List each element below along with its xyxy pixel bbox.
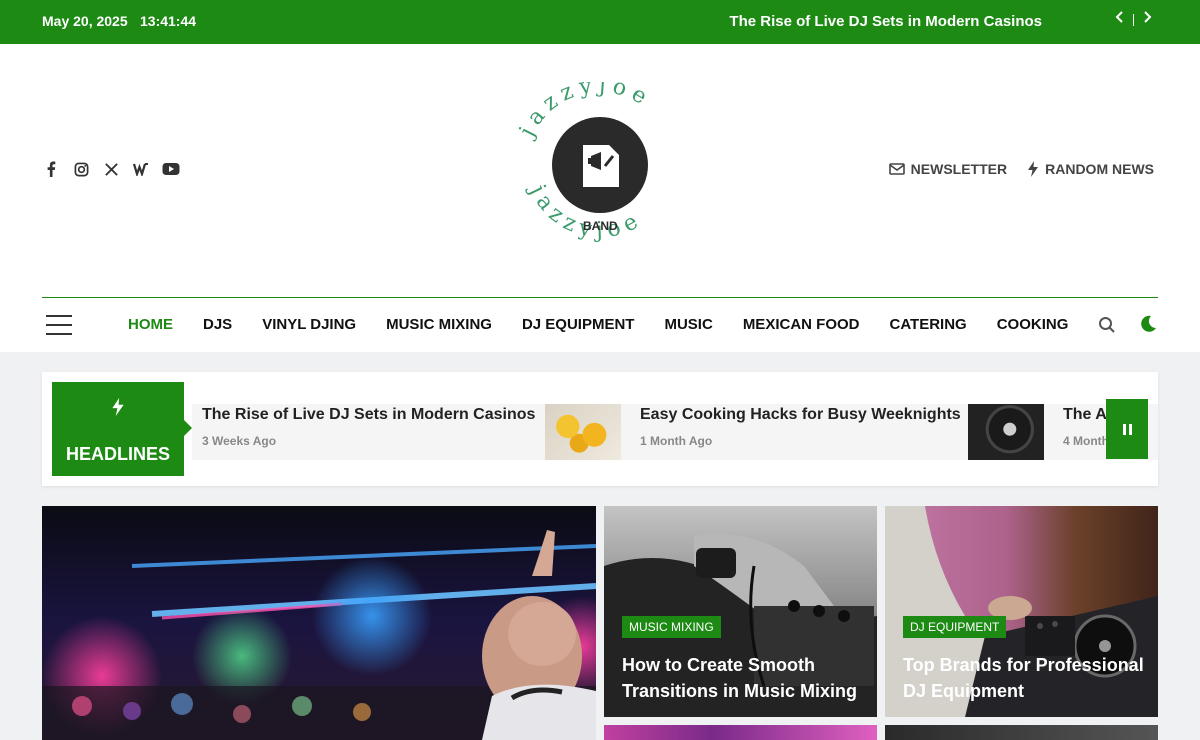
- pause-button[interactable]: [1106, 399, 1148, 459]
- category-badge[interactable]: DJ EQUIPMENT: [903, 616, 1007, 638]
- youtube-icon[interactable]: [162, 160, 180, 178]
- envelope-icon: [888, 163, 905, 175]
- nav-item-vinyl-djing[interactable]: VINYL DJING: [262, 316, 356, 333]
- search-icon[interactable]: [1098, 316, 1116, 334]
- ticker-divider: [1133, 13, 1134, 26]
- nav-item-music-mixing[interactable]: MUSIC MIXING: [386, 316, 492, 333]
- random-news-link[interactable]: RANDOM NEWS: [1027, 161, 1154, 177]
- post-card[interactable]: [885, 725, 1158, 740]
- current-date: May 20, 2025: [42, 13, 128, 29]
- headlines-label: HEADLINES: [52, 382, 192, 476]
- headlines-track: The Rise of Live DJ Sets in Modern Casin…: [192, 404, 1158, 460]
- post-title[interactable]: Top Brands for Professional DJ Equipment: [903, 652, 1148, 704]
- dark-mode-moon-icon[interactable]: [1138, 314, 1158, 334]
- main-nav: HOME DJS VINYL DJING MUSIC MIXING DJ EQU…: [0, 298, 1200, 352]
- headline-title[interactable]: The A: [1063, 406, 1107, 424]
- ticker-nav: [1115, 10, 1152, 29]
- top-bar: May 20, 2025 13:41:44 The Rise of Live D…: [0, 0, 1200, 44]
- logo-badge-text: BAND: [583, 219, 618, 233]
- facebook-icon[interactable]: [42, 160, 60, 178]
- current-time: 13:41:44: [140, 13, 197, 29]
- headline-date: 3 Weeks Ago: [202, 434, 277, 448]
- nav-menu: HOME DJS VINYL DJING MUSIC MIXING DJ EQU…: [128, 316, 1068, 333]
- headlines-label-text: HEADLINES: [65, 444, 170, 464]
- headline-date: 4 Month: [1063, 434, 1109, 448]
- post-card[interactable]: [604, 725, 877, 740]
- nav-item-djs[interactable]: DJS: [203, 316, 232, 333]
- headline-title[interactable]: The Rise of Live DJ Sets in Modern Casin…: [202, 406, 535, 424]
- nav-item-dj-equipment[interactable]: DJ EQUIPMENT: [522, 316, 635, 333]
- social-links: [42, 160, 180, 178]
- site-logo[interactable]: jazzyjoe jazzyjoe BAND: [514, 73, 683, 248]
- nav-item-music[interactable]: MUSIC: [664, 316, 712, 333]
- nav-item-mexican-food[interactable]: MEXICAN FOOD: [743, 316, 860, 333]
- nav-item-cooking[interactable]: COOKING: [997, 316, 1069, 333]
- dj-stage-image: [42, 506, 596, 740]
- pause-icon: [1122, 423, 1126, 435]
- random-news-label: RANDOM NEWS: [1045, 161, 1154, 177]
- featured-post-card[interactable]: [42, 506, 596, 740]
- post-title[interactable]: How to Create Smooth Transitions in Musi…: [622, 652, 867, 704]
- chevron-left-icon[interactable]: [1115, 10, 1125, 29]
- bolt-icon: [52, 398, 184, 422]
- newsletter-link[interactable]: NEWSLETTER: [888, 161, 1008, 177]
- newsletter-label: NEWSLETTER: [910, 161, 1008, 177]
- headline-thumbnail[interactable]: [545, 404, 621, 460]
- x-icon[interactable]: [102, 160, 120, 178]
- nav-item-home[interactable]: HOME: [128, 316, 173, 333]
- instagram-icon[interactable]: [72, 160, 90, 178]
- header-links: NEWSLETTER RANDOM NEWS: [888, 161, 1154, 177]
- bolt-icon: [1028, 161, 1039, 177]
- chevron-right-icon[interactable]: [1142, 10, 1152, 29]
- post-card-music-mixing[interactable]: MUSIC MIXING How to Create Smooth Transi…: [604, 506, 877, 717]
- headline-thumbnail[interactable]: [968, 404, 1044, 460]
- nav-item-catering[interactable]: CATERING: [889, 316, 966, 333]
- hamburger-menu-icon[interactable]: [46, 315, 72, 335]
- headline-date: 1 Month Ago: [640, 434, 713, 448]
- ticker-headline[interactable]: The Rise of Live DJ Sets in Modern Casin…: [729, 13, 1042, 30]
- post-card-dj-equipment[interactable]: DJ EQUIPMENT Top Brands for Professional…: [885, 506, 1158, 717]
- wordpress-icon[interactable]: [132, 160, 150, 178]
- headline-title[interactable]: Easy Cooking Hacks for Busy Weeknights: [640, 406, 961, 424]
- headlines-ticker: HEADLINES The Rise of Live DJ Sets in Mo…: [42, 372, 1158, 486]
- category-badge[interactable]: MUSIC MIXING: [622, 616, 721, 638]
